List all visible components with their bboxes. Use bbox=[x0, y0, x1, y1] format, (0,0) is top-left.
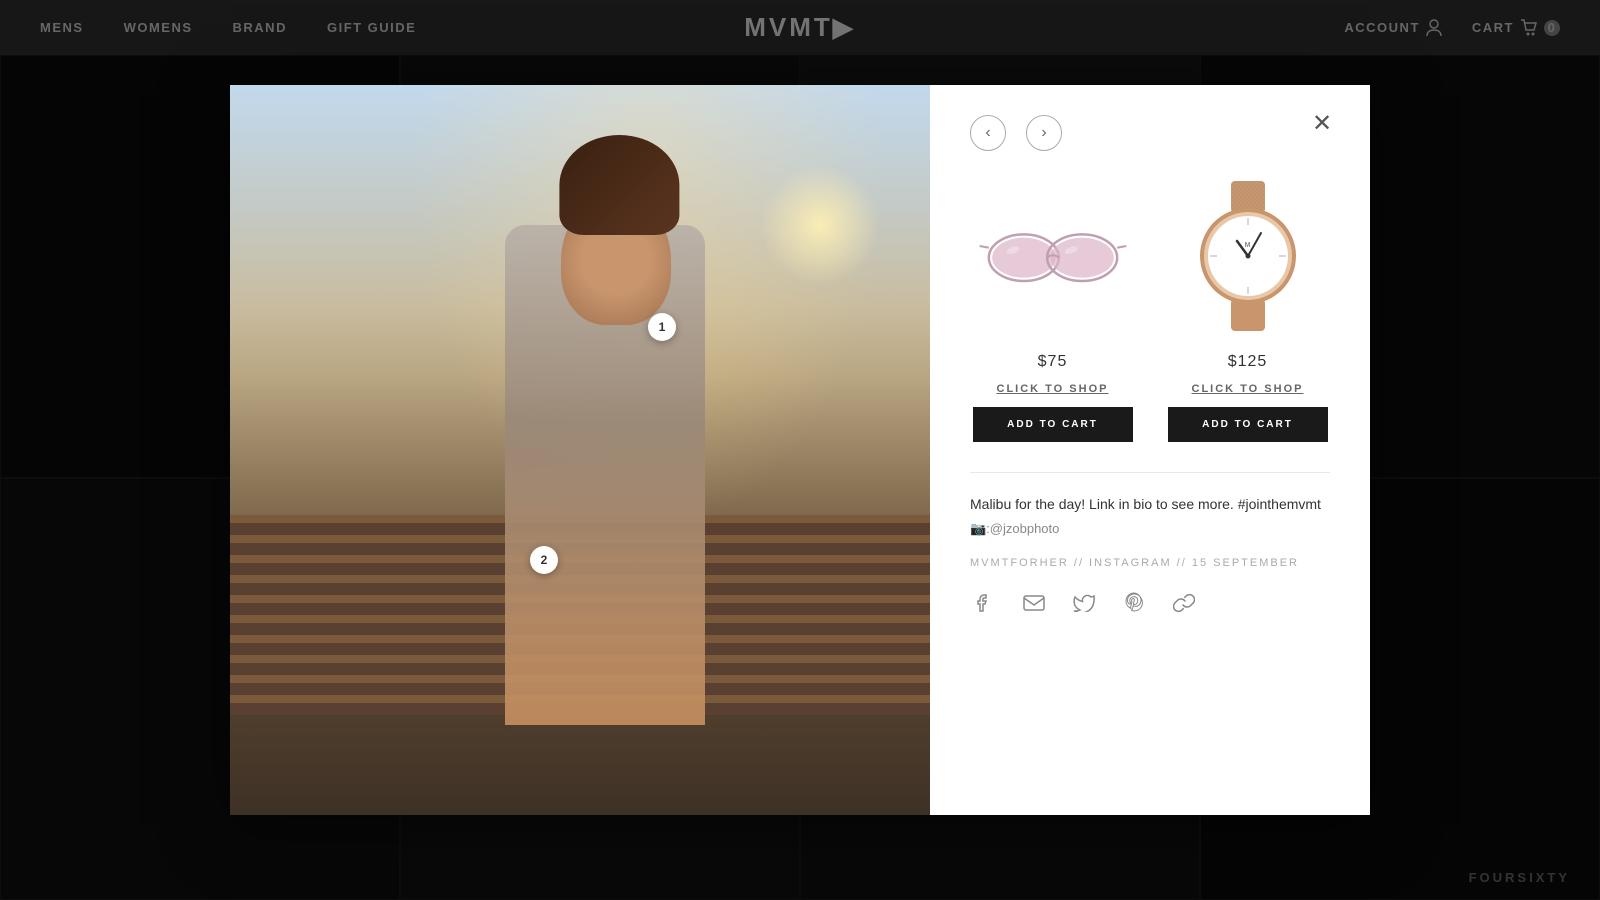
sunglasses-image bbox=[978, 171, 1128, 341]
pinterest-icon[interactable] bbox=[1120, 589, 1148, 617]
product-modal: 1 2 ‹ › ✕ bbox=[230, 85, 1370, 815]
sunglasses-svg bbox=[978, 216, 1128, 296]
product1-price: $75 bbox=[1038, 353, 1068, 371]
next-arrow[interactable]: › bbox=[1026, 115, 1062, 151]
email-icon[interactable] bbox=[1020, 589, 1048, 617]
product2-cta[interactable]: CLICK TO SHOP bbox=[1192, 383, 1304, 395]
modal-overlay: 1 2 ‹ › ✕ bbox=[0, 0, 1600, 900]
prev-arrow[interactable]: ‹ bbox=[970, 115, 1006, 151]
person-hair bbox=[559, 135, 679, 235]
product-card-watch: M bbox=[1165, 171, 1330, 442]
watch-image: M bbox=[1173, 171, 1323, 341]
caption-text: Malibu for the day! Link in bio to see m… bbox=[970, 493, 1330, 515]
modal-navigation: ‹ › bbox=[970, 115, 1330, 151]
twitter-icon[interactable] bbox=[1070, 589, 1098, 617]
add-to-cart-watch[interactable]: ADD TO CART bbox=[1168, 407, 1328, 442]
social-row bbox=[970, 589, 1330, 617]
svg-text:M: M bbox=[1244, 242, 1251, 249]
product1-cta[interactable]: CLICK TO SHOP bbox=[997, 383, 1109, 395]
modal-photo-side: 1 2 bbox=[230, 85, 930, 815]
add-to-cart-sunglasses[interactable]: ADD TO CART bbox=[973, 407, 1133, 442]
watch-svg: M bbox=[1193, 181, 1303, 331]
products-row: $75 CLICK TO SHOP ADD TO CART bbox=[970, 171, 1330, 442]
product2-price: $125 bbox=[1228, 353, 1268, 371]
product-card-sunglasses: $75 CLICK TO SHOP ADD TO CART bbox=[970, 171, 1135, 442]
caption-meta: MVMTFORHER // INSTAGRAM // 15 SEPTEMBER bbox=[970, 557, 1330, 569]
facebook-icon[interactable] bbox=[970, 589, 998, 617]
hotspot-sunglasses[interactable]: 1 bbox=[648, 313, 676, 341]
close-button[interactable]: ✕ bbox=[1304, 105, 1340, 141]
caption-area: Malibu for the day! Link in bio to see m… bbox=[970, 472, 1330, 785]
caption-credit: 📷:@jzobphoto bbox=[970, 521, 1330, 537]
link-icon[interactable] bbox=[1170, 589, 1198, 617]
hotspot-watch[interactable]: 2 bbox=[530, 546, 558, 574]
modal-product-panel: ‹ › ✕ bbox=[930, 85, 1370, 815]
